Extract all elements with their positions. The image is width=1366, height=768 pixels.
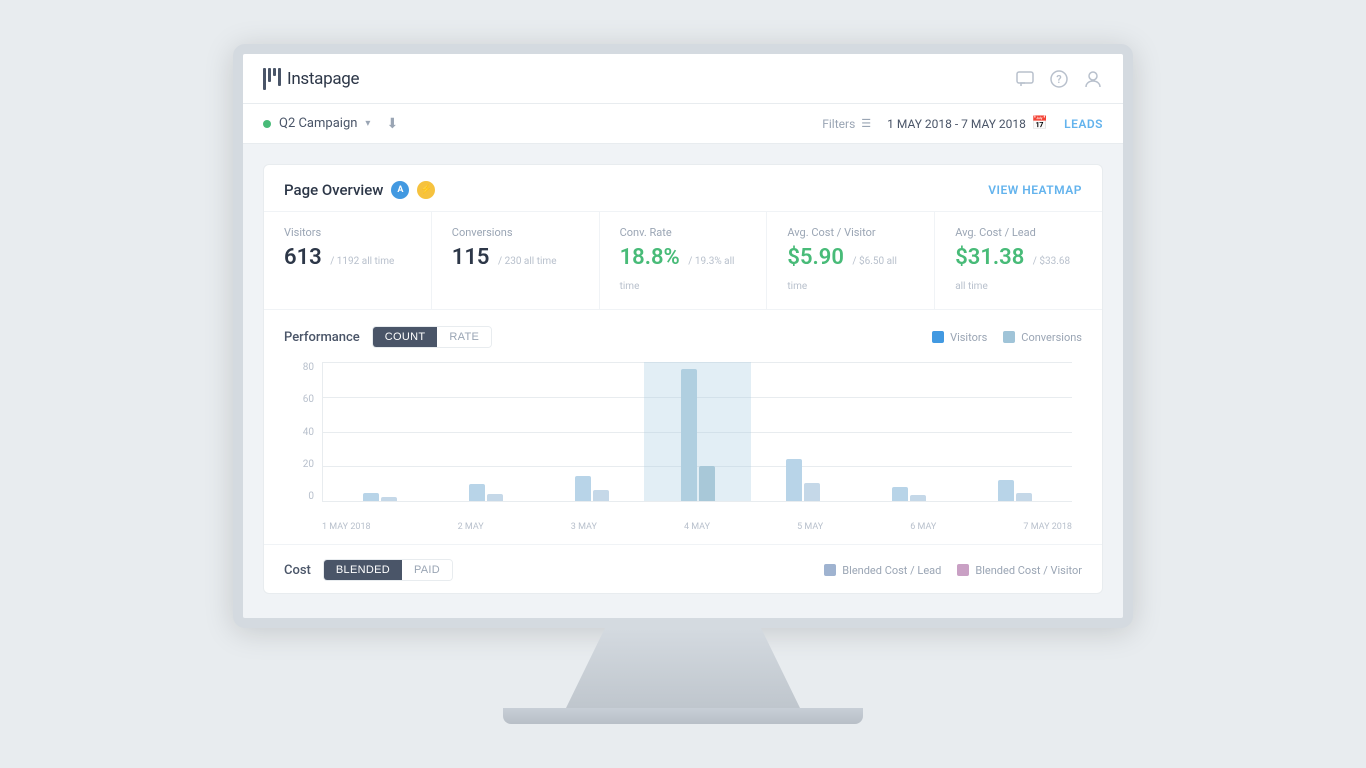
stat-visitors: Visitors 613 / 1192 all time [264, 212, 432, 309]
conv-rate-value: 18.8% / 19.3% all time [620, 245, 747, 295]
main-content: Page Overview A ⚡ VIEW HEATMAP Visitors … [243, 144, 1123, 618]
cost-legend: Blended Cost / Lead Blended Cost / Visit… [824, 564, 1082, 577]
x-label-7: 7 MAY 2018 [1023, 522, 1072, 532]
y-label-20: 20 [303, 459, 314, 470]
avg-cost-lead-value: $31.38 / $33.68 all time [955, 245, 1082, 295]
date-range-text: 1 MAY 2018 - 7 MAY 2018 [887, 117, 1026, 131]
chat-icon[interactable] [1015, 69, 1035, 89]
chart-area [322, 362, 1072, 502]
conv-rate-label: Conv. Rate [620, 226, 747, 239]
perf-controls: Performance COUNT RATE [284, 326, 492, 348]
blended-visitor-label: Blended Cost / Visitor [975, 564, 1082, 577]
conversions-value: 115 / 230 all time [452, 245, 579, 270]
trend-line-svg [323, 362, 1072, 501]
leads-filter[interactable]: LEADS [1064, 117, 1103, 131]
avg-cost-lead-label: Avg. Cost / Lead [955, 226, 1082, 239]
y-label-40: 40 [303, 427, 314, 438]
avg-cost-visitor-sub: / $6.50 all time [787, 256, 897, 292]
performance-header: Performance COUNT RATE Visitors [284, 326, 1082, 348]
blended-lead-label: Blended Cost / Lead [842, 564, 941, 577]
sub-header: Q2 Campaign ▾ ⬇ Filters ☰ 1 MAY 2018 - 7… [243, 104, 1123, 144]
x-label-1: 1 MAY 2018 [322, 522, 371, 532]
blended-visitor-color [957, 564, 969, 576]
legend-visitors: Visitors [932, 331, 987, 344]
visitors-value: 613 / 1192 all time [284, 245, 411, 270]
page-overview-card: Page Overview A ⚡ VIEW HEATMAP Visitors … [263, 164, 1103, 594]
help-icon[interactable]: ? [1049, 69, 1069, 89]
conversions-sub: / 230 all time [498, 256, 557, 267]
stats-row: Visitors 613 / 1192 all time Conversions… [264, 212, 1102, 310]
avg-cost-visitor-label: Avg. Cost / Visitor [787, 226, 914, 239]
performance-title: Performance [284, 330, 360, 345]
x-axis: 1 MAY 2018 2 MAY 3 MAY 4 MAY 5 MAY 6 MAY… [322, 522, 1072, 532]
conversions-legend-label: Conversions [1021, 331, 1082, 344]
performance-section: Performance COUNT RATE Visitors [264, 310, 1102, 545]
icon-b: ⚡ [417, 181, 435, 199]
stat-conv-rate: Conv. Rate 18.8% / 19.3% all time [600, 212, 768, 309]
visitors-legend-label: Visitors [950, 331, 987, 344]
icon-a: A [391, 181, 409, 199]
logo-icon [263, 68, 281, 90]
avg-cost-lead-sub: / $33.68 all time [955, 256, 1070, 292]
sub-header-controls: Filters ☰ 1 MAY 2018 - 7 MAY 2018 📅 LEAD… [822, 116, 1103, 131]
conversions-legend-color [1003, 331, 1015, 343]
x-label-2: 2 MAY [458, 522, 484, 532]
header-icons: ? [1015, 69, 1103, 89]
avg-cost-visitor-value: $5.90 / $6.50 all time [787, 245, 914, 295]
download-icon[interactable]: ⬇ [386, 116, 398, 132]
y-label-60: 60 [303, 394, 314, 405]
legend-conversions: Conversions [1003, 331, 1082, 344]
visitors-sub: / 1192 all time [330, 256, 394, 267]
tab-count[interactable]: COUNT [373, 327, 438, 347]
status-indicator [263, 120, 271, 128]
y-label-80: 80 [303, 362, 314, 373]
date-range-picker[interactable]: 1 MAY 2018 - 7 MAY 2018 📅 [887, 116, 1048, 131]
page-overview-title: Page Overview [284, 181, 383, 199]
y-axis: 80 60 40 20 0 [294, 362, 322, 502]
filter-icon: ☰ [861, 117, 871, 130]
monitor-base [503, 708, 863, 724]
legend-blended-visitor: Blended Cost / Visitor [957, 564, 1082, 577]
legend-blended-lead: Blended Cost / Lead [824, 564, 941, 577]
tab-blended[interactable]: BLENDED [324, 560, 402, 580]
logo: Instapage [263, 68, 359, 90]
chevron-down-icon: ▾ [365, 118, 370, 129]
monitor-stand [553, 628, 813, 708]
svg-text:?: ? [1056, 73, 1061, 86]
app-title: Instapage [287, 69, 359, 89]
stat-avg-cost-visitor: Avg. Cost / Visitor $5.90 / $6.50 all ti… [767, 212, 935, 309]
cost-controls: Cost BLENDED PAID [284, 559, 453, 581]
conv-rate-sub: / 19.3% all time [620, 256, 735, 292]
x-label-6: 6 MAY [910, 522, 936, 532]
calendar-icon: 📅 [1032, 116, 1048, 131]
cost-section: Cost BLENDED PAID Blended Cost / Lead [264, 545, 1102, 581]
filters-control[interactable]: Filters ☰ [822, 117, 871, 131]
cost-header: Cost BLENDED PAID Blended Cost / Lead [284, 559, 1082, 581]
user-icon[interactable] [1083, 69, 1103, 89]
stat-conversions: Conversions 115 / 230 all time [432, 212, 600, 309]
cost-tab-group: BLENDED PAID [323, 559, 453, 581]
visitors-label: Visitors [284, 226, 411, 239]
performance-chart: 80 60 40 20 0 [284, 362, 1082, 532]
performance-legend: Visitors Conversions [932, 331, 1082, 344]
x-label-5: 5 MAY [797, 522, 823, 532]
card-title: Page Overview A ⚡ [284, 181, 435, 199]
card-header: Page Overview A ⚡ VIEW HEATMAP [264, 165, 1102, 212]
filters-text: Filters [822, 117, 855, 131]
campaign-name: Q2 Campaign [279, 116, 357, 131]
view-heatmap-button[interactable]: VIEW HEATMAP [988, 183, 1082, 197]
performance-tab-group: COUNT RATE [372, 326, 492, 348]
app-header: Instapage ? [243, 54, 1123, 104]
stat-avg-cost-lead: Avg. Cost / Lead $31.38 / $33.68 all tim… [935, 212, 1102, 309]
cost-title: Cost [284, 563, 311, 578]
tab-rate[interactable]: RATE [437, 327, 491, 347]
campaign-selector[interactable]: Q2 Campaign ▾ ⬇ [263, 116, 398, 132]
conversions-label: Conversions [452, 226, 579, 239]
x-label-4: 4 MAY [684, 522, 710, 532]
visitors-legend-color [932, 331, 944, 343]
tab-paid[interactable]: PAID [402, 560, 452, 580]
x-label-3: 3 MAY [571, 522, 597, 532]
blended-lead-color [824, 564, 836, 576]
y-label-0: 0 [308, 491, 314, 502]
